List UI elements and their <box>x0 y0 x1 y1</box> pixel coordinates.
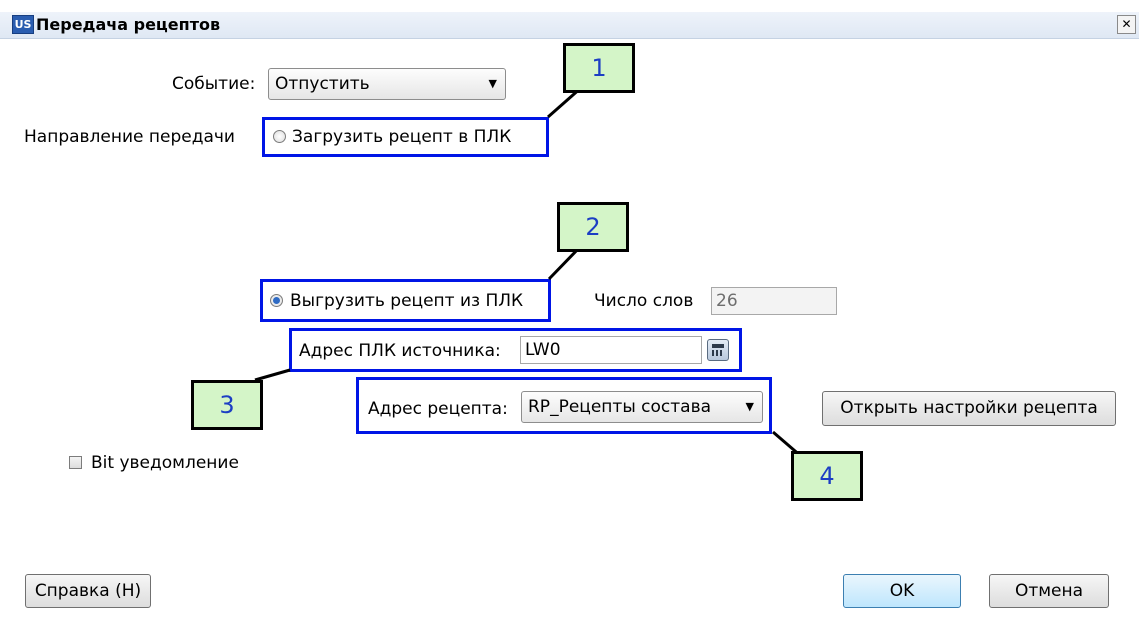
callout-pointer-3 <box>254 368 291 382</box>
callout-badge-3: 3 <box>191 380 263 430</box>
callout-pointers <box>254 85 803 459</box>
callout-badge-2: 2 <box>557 202 629 252</box>
callout-badge-1: 1 <box>563 43 635 93</box>
callout-badge-4: 4 <box>791 451 863 501</box>
